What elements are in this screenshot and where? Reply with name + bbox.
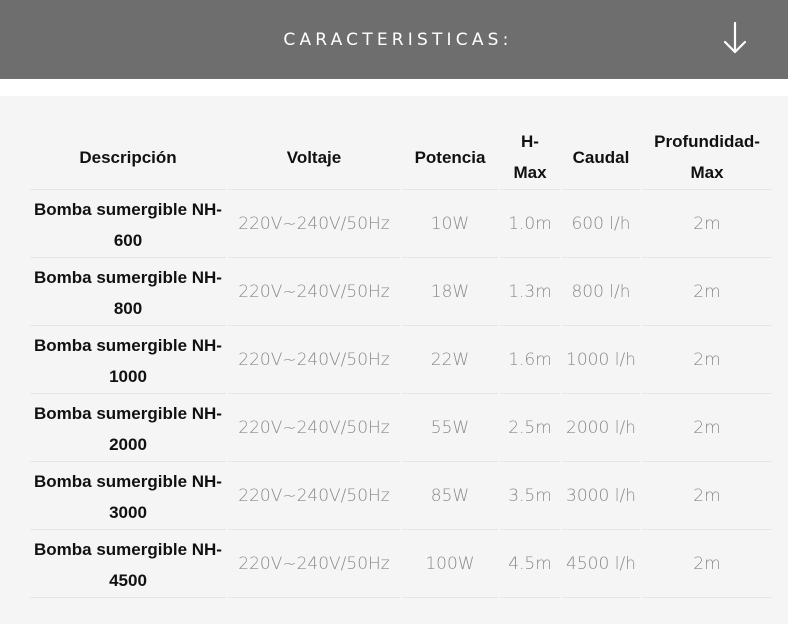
cell-descripcion: Bomba sumergible NH-4500 — [30, 532, 226, 598]
cell-voltaje: 220V~240V/50Hz — [228, 260, 400, 326]
table-row: Bomba sumergible NH-800 220V~240V/50Hz 1… — [30, 260, 772, 326]
cell-voltaje: 220V~240V/50Hz — [228, 192, 400, 258]
cell-caudal: 600 l/h — [562, 192, 640, 258]
cell-descripcion: Bomba sumergible NH-800 — [30, 260, 226, 326]
column-header: Profundidad- Max — [642, 125, 772, 190]
cell-potencia: 55W — [402, 396, 498, 462]
table-row: Bomba sumergible NH-600 220V~240V/50Hz 1… — [30, 192, 772, 258]
column-header: Potencia — [402, 125, 498, 190]
column-header: Caudal — [562, 125, 640, 190]
cell-voltaje: 220V~240V/50Hz — [228, 464, 400, 530]
column-header: Voltaje — [228, 125, 400, 190]
section-title: CARACTERISTICAS: — [283, 29, 513, 50]
cell-descripcion: Bomba sumergible NH-2000 — [30, 396, 226, 462]
cell-profundidad: 2m — [642, 396, 772, 462]
cell-caudal: 3000 l/h — [562, 464, 640, 530]
divider — [0, 79, 788, 96]
column-header: H- Max — [500, 125, 560, 190]
specs-table: Descripción Voltaje Potencia H- Max Caud… — [28, 123, 774, 600]
cell-hmax: 1.0m — [500, 192, 560, 258]
cell-potencia: 100W — [402, 532, 498, 598]
cell-hmax: 3.5m — [500, 464, 560, 530]
table-row: Bomba sumergible NH-3000 220V~240V/50Hz … — [30, 464, 772, 530]
cell-hmax: 1.3m — [500, 260, 560, 326]
specs-panel: Descripción Voltaje Potencia H- Max Caud… — [0, 96, 788, 624]
cell-potencia: 10W — [402, 192, 498, 258]
cell-hmax: 1.6m — [500, 328, 560, 394]
table-row: Bomba sumergible NH-4500 220V~240V/50Hz … — [30, 532, 772, 598]
cell-profundidad: 2m — [642, 192, 772, 258]
cell-hmax: 4.5m — [500, 532, 560, 598]
cell-descripcion: Bomba sumergible NH-3000 — [30, 464, 226, 530]
cell-profundidad: 2m — [642, 532, 772, 598]
cell-profundidad: 2m — [642, 464, 772, 530]
cell-voltaje: 220V~240V/50Hz — [228, 532, 400, 598]
cell-caudal: 1000 l/h — [562, 328, 640, 394]
column-header: Descripción — [30, 125, 226, 190]
cell-profundidad: 2m — [642, 328, 772, 394]
cell-voltaje: 220V~240V/50Hz — [228, 328, 400, 394]
cell-potencia: 85W — [402, 464, 498, 530]
cell-potencia: 22W — [402, 328, 498, 394]
section-header[interactable]: CARACTERISTICAS: — [0, 0, 788, 79]
cell-caudal: 800 l/h — [562, 260, 640, 326]
cell-caudal: 4500 l/h — [562, 532, 640, 598]
table-row: Bomba sumergible NH-1000 220V~240V/50Hz … — [30, 328, 772, 394]
arrow-down-icon[interactable] — [720, 20, 750, 56]
table-header-row: Descripción Voltaje Potencia H- Max Caud… — [30, 125, 772, 190]
cell-voltaje: 220V~240V/50Hz — [228, 396, 400, 462]
cell-descripcion: Bomba sumergible NH-1000 — [30, 328, 226, 394]
cell-caudal: 2000 l/h — [562, 396, 640, 462]
cell-hmax: 2.5m — [500, 396, 560, 462]
cell-profundidad: 2m — [642, 260, 772, 326]
cell-descripcion: Bomba sumergible NH-600 — [30, 192, 226, 258]
table-row: Bomba sumergible NH-2000 220V~240V/50Hz … — [30, 396, 772, 462]
cell-potencia: 18W — [402, 260, 498, 326]
